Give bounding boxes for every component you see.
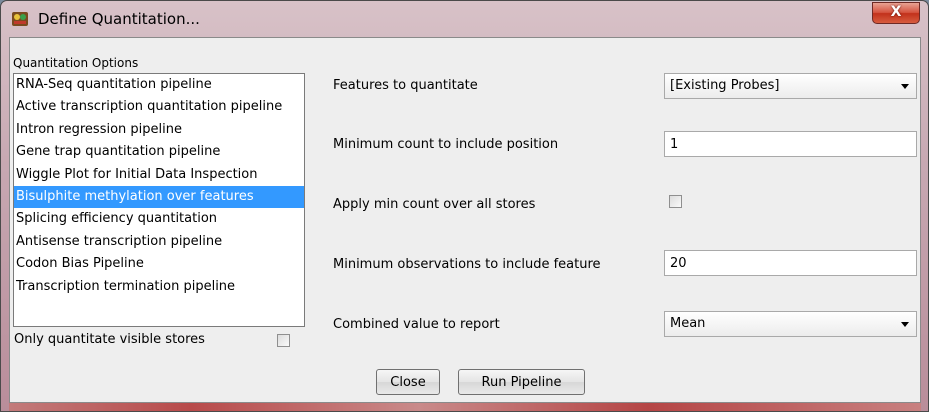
close-icon: X (890, 4, 902, 20)
list-item[interactable]: Active transcription quantitation pipeli… (14, 96, 304, 118)
min-observations-label: Minimum observations to include feature (333, 257, 601, 272)
app-icon (12, 12, 28, 26)
list-item[interactable]: Gene trap quantitation pipeline (14, 141, 304, 163)
quantitation-options-label: Quantitation Options (13, 56, 139, 70)
define-quantitation-window: Define Quantitation... X Quantitation Op… (0, 0, 929, 412)
list-item[interactable]: Antisense transcription pipeline (14, 231, 304, 253)
apply-min-count-label: Apply min count over all stores (333, 197, 536, 212)
close-button[interactable]: Close (376, 369, 440, 395)
chevron-down-icon (901, 84, 909, 89)
chevron-down-icon (901, 322, 909, 327)
list-item[interactable]: RNA-Seq quantitation pipeline (14, 74, 304, 96)
close-window-button[interactable]: X (872, 2, 920, 24)
list-item[interactable]: Splicing efficiency quantitation (14, 208, 304, 230)
min-count-label: Minimum count to include position (333, 137, 559, 152)
list-item[interactable]: Transcription termination pipeline (14, 276, 304, 298)
window-bottom-border (9, 403, 921, 411)
only-visible-stores-label: Only quantitate visible stores (14, 332, 205, 347)
combined-value-select[interactable]: Mean (664, 311, 917, 337)
title-bar[interactable]: Define Quantitation... X (1, 1, 928, 37)
only-visible-stores-checkbox[interactable] (277, 334, 290, 347)
combined-value-select-value: Mean (670, 316, 706, 331)
list-item[interactable]: Intron regression pipeline (14, 119, 304, 141)
list-item[interactable]: Wiggle Plot for Initial Data Inspection (14, 164, 304, 186)
min-observations-input[interactable] (664, 250, 917, 276)
quantitation-options-list[interactable]: RNA-Seq quantitation pipeline Active tran… (13, 73, 305, 327)
window-title: Define Quantitation... (38, 10, 200, 28)
run-pipeline-button[interactable]: Run Pipeline (458, 369, 585, 395)
list-item[interactable]: Bisulphite methylation over features (14, 185, 304, 209)
list-item[interactable]: Codon Bias Pipeline (14, 253, 304, 275)
features-select-value: [Existing Probes] (670, 78, 780, 93)
features-label: Features to quantitate (333, 78, 478, 93)
features-select[interactable]: [Existing Probes] (664, 73, 917, 99)
apply-min-count-checkbox[interactable] (669, 195, 682, 208)
min-count-input[interactable] (664, 131, 917, 157)
combined-value-label: Combined value to report (333, 317, 500, 332)
